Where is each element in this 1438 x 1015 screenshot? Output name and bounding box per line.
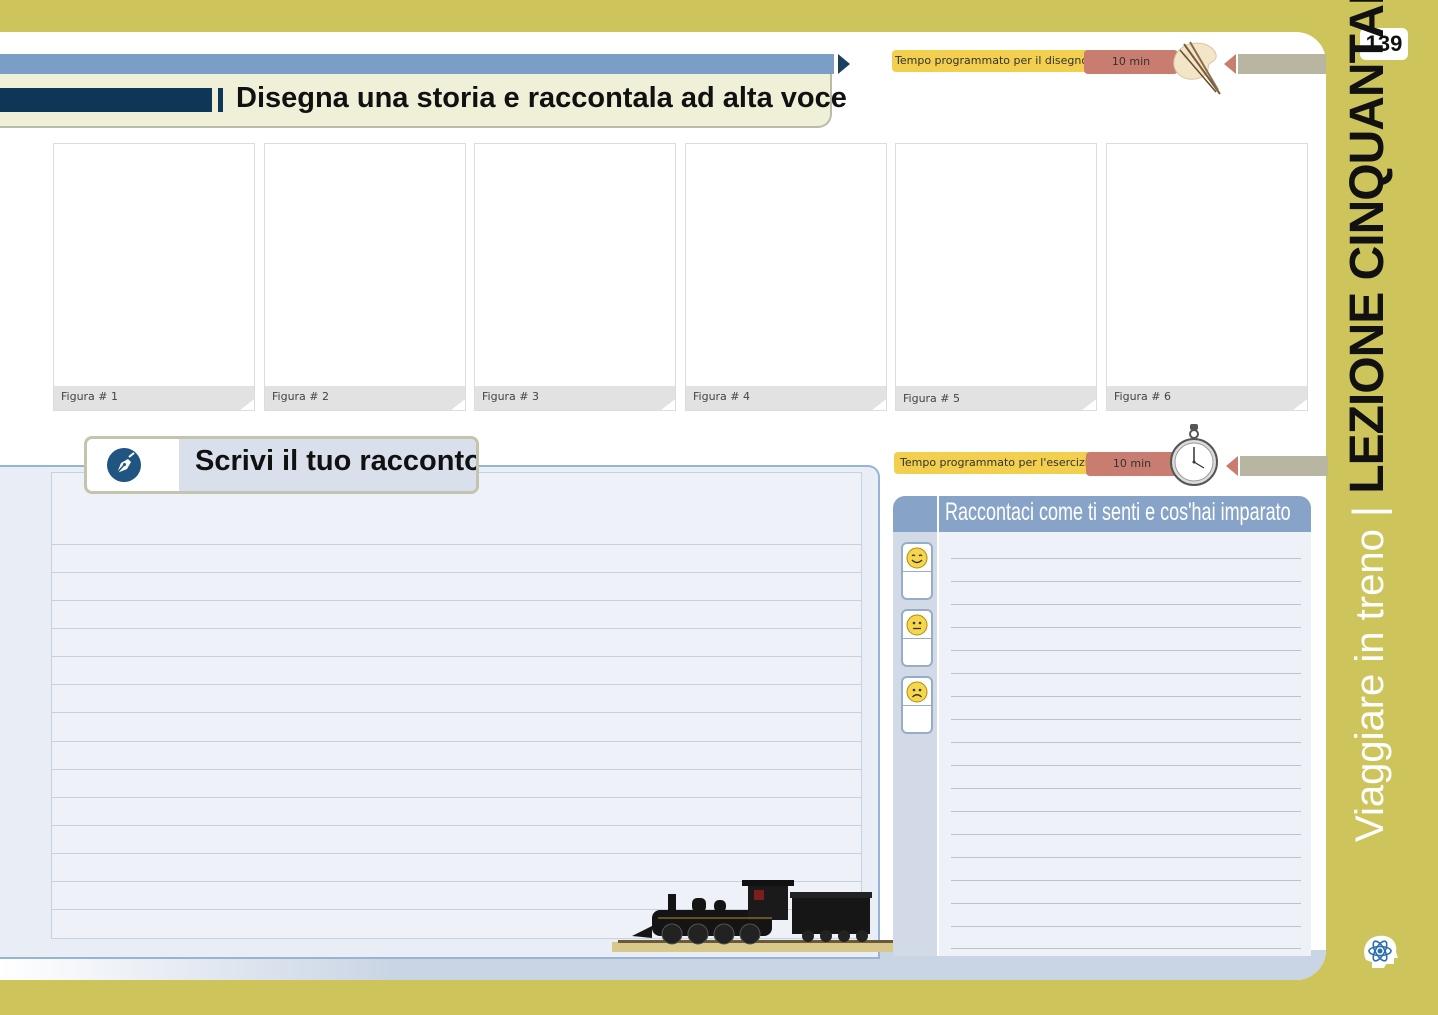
reflection-line[interactable] <box>951 948 1301 949</box>
reflection-line[interactable] <box>951 857 1301 858</box>
reflection-line[interactable] <box>951 604 1301 605</box>
writing-line <box>52 684 861 685</box>
happy-face-icon <box>906 547 928 569</box>
exercise-timer-value: 10 min <box>1086 452 1178 476</box>
drawing-timer-label: Tempo programmato per il disegno: <box>892 50 1095 72</box>
mood-divider <box>903 571 931 572</box>
writing-line <box>52 600 861 601</box>
writing-line <box>52 656 861 657</box>
header-arrow-icon <box>838 54 850 74</box>
story-title: Scrivi il tuo racconto <box>195 445 479 477</box>
writing-line <box>52 628 861 629</box>
writing-line <box>52 712 861 713</box>
reflection-line[interactable] <box>951 811 1301 812</box>
writing-line <box>52 741 861 742</box>
frame-caption-bar: Figura # 4 <box>686 386 886 410</box>
lesson-title: LEZIONE CINQUANTADUE <box>1341 0 1394 494</box>
drawing-timer-bar <box>1238 54 1326 74</box>
frame-caption: Figura # 4 <box>693 390 751 403</box>
frame-caption-bar: Figura # 5 <box>896 386 1096 410</box>
writing-line <box>52 853 861 854</box>
reflection-line[interactable] <box>951 581 1301 582</box>
frame-caption-bar: Figura # 1 <box>54 386 254 410</box>
writing-line <box>52 797 861 798</box>
drawing-timer-value: 10 min <box>1084 50 1178 74</box>
steam-locomotive-image <box>612 880 902 952</box>
frame-caption-bar: Figura # 3 <box>475 386 675 410</box>
writing-line <box>52 825 861 826</box>
lesson-separator: | <box>1344 505 1393 518</box>
brain-atom-icon <box>1364 935 1398 968</box>
drawing-frame[interactable]: Figura # 5 <box>895 143 1097 411</box>
header-bar <box>0 54 834 74</box>
drawing-frame[interactable]: Figura # 1 <box>53 143 255 411</box>
drawing-frame[interactable]: Figura # 2 <box>264 143 466 411</box>
exercise-timer-label: Tempo programmato per l'esercizio: <box>894 452 1105 474</box>
reflection-line[interactable] <box>951 673 1301 674</box>
reflection-divider <box>937 496 939 956</box>
writing-line <box>52 544 861 545</box>
reflection-line[interactable] <box>951 558 1301 559</box>
sad-face-icon <box>906 681 928 703</box>
reflection-line[interactable] <box>951 788 1301 789</box>
story-writing-area[interactable] <box>51 472 862 939</box>
exercise-timer-tab <box>1226 456 1238 476</box>
reflection-line[interactable] <box>951 880 1301 881</box>
paint-palette-icon <box>1173 41 1221 95</box>
lesson-side-title: Viaggiare in treno | LEZIONE CINQUANTADUE <box>1340 0 1420 842</box>
drawing-frame[interactable]: Figura # 3 <box>474 143 676 411</box>
header-accent-tick <box>218 88 223 112</box>
header-accent-bar <box>0 88 212 112</box>
writing-line <box>52 572 861 573</box>
reflection-line[interactable] <box>951 903 1301 904</box>
frame-caption: Figura # 5 <box>903 392 961 405</box>
stopwatch-icon <box>1170 424 1218 486</box>
frame-caption: Figura # 6 <box>1114 390 1172 403</box>
exercise-timer-bar <box>1240 456 1328 476</box>
reflection-line[interactable] <box>951 719 1301 720</box>
reflection-panel: Raccontaci come ti senti e cos'hai impar… <box>893 496 1311 956</box>
mood-checkbox-neutral[interactable] <box>901 609 933 667</box>
reflection-line[interactable] <box>951 650 1301 651</box>
frame-caption-bar: Figura # 6 <box>1107 386 1307 410</box>
frame-caption: Figura # 2 <box>272 390 330 403</box>
activity-title: Disegna una storia e raccontala ad alta … <box>236 82 847 114</box>
reflection-title: Raccontaci come ti senti e cos'hai impar… <box>945 498 1291 526</box>
reflection-line[interactable] <box>951 696 1301 697</box>
neutral-face-icon <box>906 614 928 636</box>
frame-caption: Figura # 1 <box>61 390 119 403</box>
drawing-frame[interactable]: Figura # 4 <box>685 143 887 411</box>
mood-divider <box>903 705 931 706</box>
mood-divider <box>903 638 931 639</box>
drawing-frame[interactable]: Figura # 6 <box>1106 143 1308 411</box>
exercise-timer: Tempo programmato per l'esercizio: 10 mi… <box>894 424 1328 486</box>
story-header: Scrivi il tuo racconto <box>84 436 479 494</box>
pen-nib-icon <box>107 448 141 482</box>
mood-checkbox-happy[interactable] <box>901 542 933 600</box>
reflection-line[interactable] <box>951 765 1301 766</box>
reflection-line[interactable] <box>951 926 1301 927</box>
drawing-timer: Tempo programmato per il disegno: 10 min <box>892 41 1326 95</box>
frame-caption-bar: Figura # 2 <box>265 386 465 410</box>
lesson-subtitle: Viaggiare in treno <box>1348 529 1392 842</box>
reflection-line[interactable] <box>951 627 1301 628</box>
frame-caption: Figura # 3 <box>482 390 540 403</box>
writing-line <box>52 769 861 770</box>
reflection-line[interactable] <box>951 834 1301 835</box>
mood-checkbox-sad[interactable] <box>901 676 933 734</box>
reflection-line[interactable] <box>951 742 1301 743</box>
